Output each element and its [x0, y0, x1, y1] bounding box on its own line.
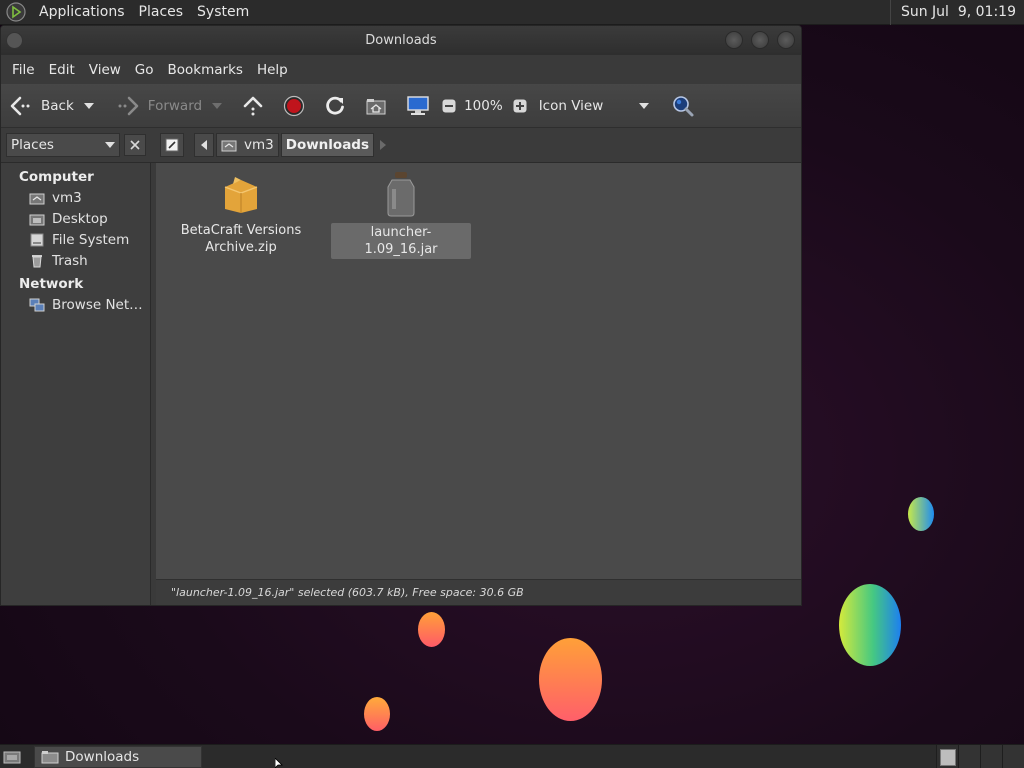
search-button[interactable]	[671, 94, 695, 118]
computer-button[interactable]	[406, 95, 430, 117]
sidebar-item-desktop[interactable]: Desktop	[1, 209, 150, 230]
chevron-down-icon[interactable]	[212, 102, 223, 109]
home-folder-icon	[366, 98, 386, 114]
trash-icon	[32, 255, 42, 268]
jar-icon	[387, 172, 415, 217]
path-left-arrow[interactable]	[194, 133, 214, 157]
sidebar-heading-network: Network	[19, 276, 84, 292]
sidebar-item-file-system[interactable]: File System	[1, 230, 150, 251]
location-bar: Places vm3 Downloads	[1, 128, 801, 163]
mouse-cursor-icon	[275, 758, 283, 768]
minimize-button[interactable]	[725, 31, 743, 49]
edit-location-button[interactable]	[160, 133, 184, 157]
chevron-down-icon[interactable]	[83, 102, 94, 109]
menu-file[interactable]: File	[5, 62, 42, 78]
workspace-2[interactable]	[958, 745, 980, 768]
file-item-selected[interactable]: launcher-1.09_16.jar	[331, 171, 471, 259]
pencil-icon	[165, 138, 179, 152]
forward-button[interactable]: Forward	[116, 95, 223, 117]
path-button-downloads[interactable]: Downloads	[280, 133, 375, 157]
places-menu[interactable]: Places	[132, 0, 191, 25]
show-desktop-button[interactable]	[0, 745, 24, 768]
system-menu[interactable]: System	[190, 0, 256, 25]
titlebar[interactable]: Downloads	[1, 26, 801, 55]
chevron-down-icon	[639, 102, 650, 109]
taskbar-item-downloads[interactable]: Downloads	[34, 745, 202, 768]
toolbar: Back Forward 100% Icon View	[1, 84, 801, 128]
menu-edit[interactable]: Edit	[42, 62, 82, 78]
up-arrow-icon	[243, 96, 263, 115]
menu-bookmarks[interactable]: Bookmarks	[161, 62, 250, 78]
stop-button[interactable]	[283, 95, 305, 117]
folder-icon	[41, 750, 59, 763]
sidebar-heading-computer: Computer	[19, 169, 94, 185]
up-button[interactable]	[242, 95, 264, 117]
zoom-out-icon	[442, 99, 456, 112]
maximize-button[interactable]	[751, 31, 769, 49]
applications-menu[interactable]: Applications	[32, 0, 132, 25]
sidebar-type-select[interactable]: Places	[6, 133, 120, 157]
network-icon	[29, 298, 45, 312]
drive-icon	[30, 233, 44, 247]
forward-arrow-icon	[118, 96, 139, 115]
back-arrow-icon	[10, 96, 30, 115]
chevron-left-icon	[201, 140, 207, 150]
sidebar-item-vm3[interactable]: vm3	[1, 188, 150, 209]
breadcrumb: vm3 Downloads	[160, 133, 387, 157]
decorative-bubble	[839, 584, 901, 666]
file-manager-window: Downloads File Edit View Go Bookmarks He…	[0, 25, 802, 606]
view-mode-select[interactable]: Icon View	[539, 98, 650, 114]
home-button[interactable]	[365, 96, 387, 116]
menu-go[interactable]: Go	[128, 62, 161, 78]
zoom-level: 100%	[464, 97, 503, 114]
content-area: Computer vm3 Desktop File System Trash N…	[1, 163, 801, 605]
reload-button[interactable]	[324, 95, 346, 117]
icon-grid: BetaCraft Versions Archive.zip launcher-1…	[156, 163, 801, 579]
home-folder-icon	[29, 193, 45, 205]
workspace-4[interactable]	[1002, 745, 1024, 768]
home-folder-icon	[221, 140, 237, 152]
distro-logo-icon[interactable]	[6, 2, 26, 22]
zoom-in-button[interactable]	[513, 99, 527, 113]
bottom-panel: Downloads	[0, 744, 1024, 768]
workspace-1[interactable]	[936, 745, 958, 768]
status-bar: "launcher-1.09_16.jar" selected (603.7 k…	[156, 579, 801, 605]
workspace-3[interactable]	[980, 745, 1002, 768]
back-button[interactable]: Back	[9, 95, 94, 117]
close-button[interactable]	[777, 31, 795, 49]
decorative-bubble	[908, 497, 934, 531]
places-sidebar: Computer vm3 Desktop File System Trash N…	[1, 163, 151, 605]
workspace-switcher	[936, 745, 1024, 768]
file-item[interactable]: BetaCraft Versions Archive.zip	[171, 175, 311, 257]
zoom-out-button[interactable]	[442, 99, 456, 113]
decorative-bubble	[418, 612, 445, 647]
desktop-folder-icon	[29, 214, 45, 226]
window-title: Downloads	[365, 33, 437, 48]
computer-icon	[407, 95, 429, 115]
package-icon	[224, 177, 258, 213]
chevron-right-icon[interactable]	[380, 140, 387, 150]
menu-help[interactable]: Help	[250, 62, 295, 78]
reload-icon	[326, 96, 344, 115]
menubar: File Edit View Go Bookmarks Help	[1, 55, 801, 84]
decorative-bubble	[539, 638, 602, 721]
zoom-in-icon	[513, 99, 527, 112]
stop-icon	[283, 95, 305, 116]
file-view[interactable]: BetaCraft Versions Archive.zip launcher-1…	[156, 163, 801, 605]
sidebar-item-trash[interactable]: Trash	[1, 251, 150, 272]
menu-view[interactable]: View	[82, 62, 128, 78]
show-desktop-icon	[3, 751, 21, 763]
search-icon	[673, 95, 694, 116]
close-sidebar-button[interactable]	[124, 134, 146, 156]
clock[interactable]: Sun Jul 9, 01:19	[889, 0, 1024, 25]
path-button-vm3[interactable]: vm3	[216, 133, 279, 157]
chevron-down-icon	[105, 142, 115, 148]
close-icon	[130, 140, 140, 150]
window-menu-button[interactable]	[6, 32, 23, 49]
sidebar-item-browse-network[interactable]: Browse Net…	[1, 295, 150, 316]
top-panel: Applications Places System Sun Jul 9, 01…	[0, 0, 1024, 25]
decorative-bubble	[364, 697, 390, 731]
